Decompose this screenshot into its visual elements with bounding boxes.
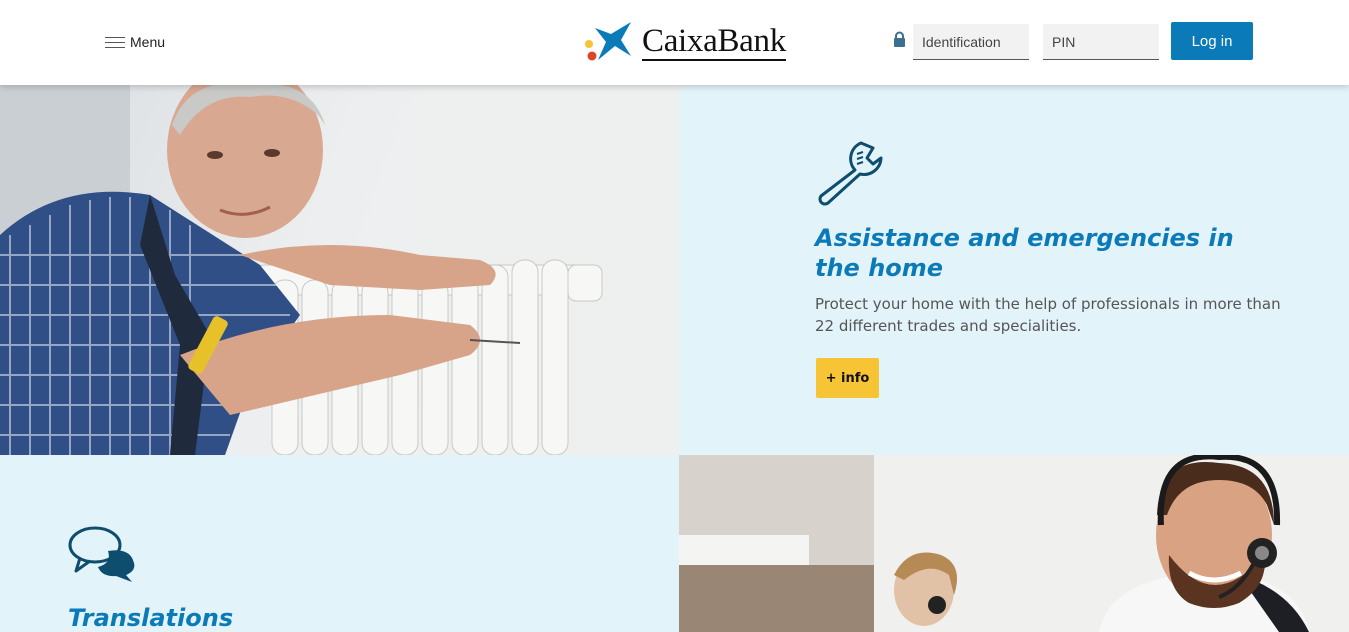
lock-icon bbox=[894, 31, 905, 47]
wrench-icon bbox=[818, 141, 883, 206]
login-button[interactable]: Log in bbox=[1171, 22, 1253, 60]
identification-field[interactable] bbox=[913, 24, 1029, 60]
more-info-button[interactable]: + info bbox=[816, 358, 879, 398]
assistance-title: Assistance and emergencies in the home bbox=[815, 224, 1234, 282]
translations-title: Translations bbox=[68, 604, 234, 632]
plumber-illustration bbox=[0, 85, 679, 455]
translations-panel: Translations bbox=[0, 455, 679, 632]
chat-bubbles-icon bbox=[68, 526, 135, 582]
call-center-agent-photo bbox=[679, 455, 1349, 632]
hamburger-icon bbox=[105, 36, 125, 48]
assistance-panel: Assistance and emergencies in the home P… bbox=[679, 85, 1349, 455]
assistance-description: Protect your home with the help of profe… bbox=[815, 295, 1281, 335]
top-header: Menu CaixaBank Log in bbox=[0, 0, 1349, 85]
plumber-radiator-photo bbox=[0, 85, 679, 455]
menu-label: Menu bbox=[130, 34, 166, 50]
menu-button[interactable]: Menu bbox=[105, 34, 165, 50]
logo-text: CaixaBank bbox=[642, 23, 786, 61]
pin-field[interactable] bbox=[1043, 24, 1159, 60]
call-center-illustration bbox=[679, 455, 1349, 632]
caixabank-logo[interactable]: CaixaBank bbox=[581, 20, 786, 64]
star-logo-icon bbox=[585, 22, 631, 61]
